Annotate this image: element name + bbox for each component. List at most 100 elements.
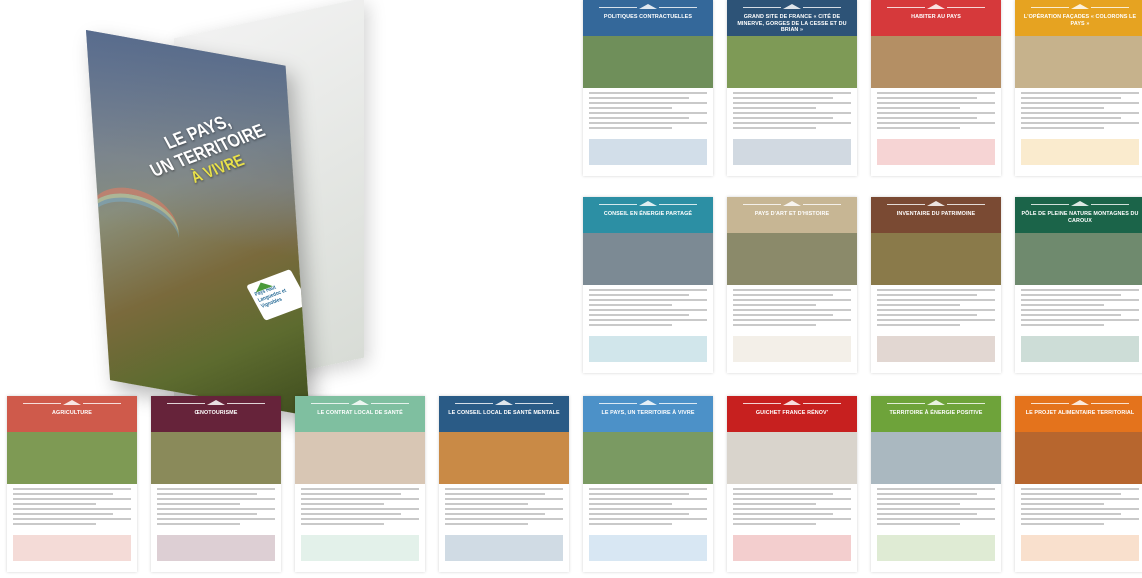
- panel-grand-site-de-france: GRAND SITE DE FRANCE « CITÉ DE MINERVE, …: [727, 0, 857, 176]
- panel-header: GRAND SITE DE FRANCE « CITÉ DE MINERVE, …: [727, 0, 857, 36]
- mountain-icon: [783, 4, 801, 9]
- panel-text-block: [439, 484, 569, 532]
- panel-guichet-france-renov: GUICHET FRANCE RÉNOV': [727, 396, 857, 572]
- panel-header: TERRITOIRE À ÉNERGIE POSITIVE: [871, 396, 1001, 432]
- panel-text-block: [583, 484, 713, 532]
- mountain-icon: [495, 400, 513, 405]
- panel-text-block: [1015, 88, 1142, 136]
- panel-text-block: [583, 88, 713, 136]
- panel-text-block: [1015, 285, 1142, 333]
- panel-info-box: [877, 139, 995, 165]
- panel-photo: [871, 36, 1001, 88]
- panel-text-block: [295, 484, 425, 532]
- panel-photo: [151, 432, 281, 484]
- panel-header: L'OPÉRATION FAÇADES « COLORONS LE PAYS »: [1015, 0, 1142, 36]
- panel-text-block: [727, 484, 857, 532]
- panel-photo: [727, 36, 857, 88]
- panel-pays-art-histoire: PAYS D'ART ET D'HISTOIRE: [727, 197, 857, 373]
- mountain-icon: [1071, 4, 1089, 9]
- panel-header: PÔLE DE PLEINE NATURE MONTAGNES DU CAROU…: [1015, 197, 1142, 233]
- panel-title: HABITER AU PAYS: [911, 14, 961, 20]
- mountain-icon: [351, 400, 369, 405]
- panel-info-box: [733, 535, 851, 561]
- panel-text-block: [727, 88, 857, 136]
- mountain-icon: [639, 4, 657, 9]
- panel-title: CONSEIL EN ÉNERGIE PARTAGÉ: [603, 211, 693, 217]
- panel-title: LE CONSEIL LOCAL DE SANTÉ MENTALE: [448, 410, 560, 416]
- panel-text-block: [727, 285, 857, 333]
- panel-info-box: [1021, 336, 1139, 362]
- panel-info-box: [1021, 139, 1139, 165]
- mountain-icon: [639, 201, 657, 206]
- panel-title: AGRICULTURE: [52, 410, 92, 416]
- panel-text-block: [151, 484, 281, 532]
- brochure-cover: LE PAYS, UN TERRITOIRE À VIVRE Pays Haut…: [86, 30, 310, 416]
- panel-header: LE CONTRAT LOCAL DE SANTÉ: [295, 396, 425, 432]
- panel-text-block: [871, 484, 1001, 532]
- mountain-icon: [927, 4, 945, 9]
- panel-photo: [871, 432, 1001, 484]
- panel-politiques-contractuelles: POLITIQUES CONTRACTUELLES: [583, 0, 713, 176]
- panel-info-box: [589, 535, 707, 561]
- panel-header: LE PAYS, UN TERRITOIRE À VIVRE: [583, 396, 713, 432]
- mountain-icon: [1071, 201, 1089, 206]
- panel-title: PÔLE DE PLEINE NATURE MONTAGNES DU CAROU…: [1021, 211, 1139, 224]
- panel-conseil-sante-mentale: LE CONSEIL LOCAL DE SANTÉ MENTALE: [439, 396, 569, 572]
- panel-title: POLITIQUES CONTRACTUELLES: [603, 14, 693, 20]
- panel-text-block: [7, 484, 137, 532]
- panel-text-block: [871, 88, 1001, 136]
- panel-territoire-a-vivre: LE PAYS, UN TERRITOIRE À VIVRE: [583, 396, 713, 572]
- panel-info-box: [1021, 535, 1139, 561]
- panel-photo: [1015, 36, 1142, 88]
- panel-photo: [871, 233, 1001, 285]
- panel-header: GUICHET FRANCE RÉNOV': [727, 396, 857, 432]
- panel-conseil-energie-partage: CONSEIL EN ÉNERGIE PARTAGÉ: [583, 197, 713, 373]
- panel-info-box: [877, 535, 995, 561]
- panel-title: L'OPÉRATION FAÇADES « COLORONS LE PAYS »: [1023, 14, 1137, 27]
- panel-photo: [727, 432, 857, 484]
- panel-header: HABITER AU PAYS: [871, 0, 1001, 36]
- panel-info-box: [445, 535, 563, 561]
- panel-header: CONSEIL EN ÉNERGIE PARTAGÉ: [583, 197, 713, 233]
- panel-title: GRAND SITE DE FRANCE « CITÉ DE MINERVE, …: [737, 14, 847, 33]
- panel-title: GUICHET FRANCE RÉNOV': [755, 410, 829, 416]
- mountain-icon: [207, 400, 225, 405]
- mountain-icon: [783, 400, 801, 405]
- panel-title: INVENTAIRE DU PATRIMOINE: [896, 211, 976, 217]
- panel-header: LE CONSEIL LOCAL DE SANTÉ MENTALE: [439, 396, 569, 432]
- panel-habiter-au-pays: HABITER AU PAYS: [871, 0, 1001, 176]
- brochure-title: LE PAYS, UN TERRITOIRE À VIVRE: [129, 99, 286, 203]
- panel-title: ŒNOTOURISME: [194, 410, 238, 416]
- panel-photo: [1015, 432, 1142, 484]
- panel-projet-alimentaire: LE PROJET ALIMENTAIRE TERRITORIAL: [1015, 396, 1142, 572]
- panel-photo: [583, 432, 713, 484]
- panel-contrat-local-sante: LE CONTRAT LOCAL DE SANTÉ: [295, 396, 425, 572]
- panel-photo: [727, 233, 857, 285]
- panel-header: AGRICULTURE: [7, 396, 137, 432]
- panel-territoire-energie-positive: TERRITOIRE À ÉNERGIE POSITIVE: [871, 396, 1001, 572]
- panel-text-block: [583, 285, 713, 333]
- panel-header: LE PROJET ALIMENTAIRE TERRITORIAL: [1015, 396, 1142, 432]
- panel-photo: [583, 233, 713, 285]
- panel-operation-facades: L'OPÉRATION FAÇADES « COLORONS LE PAYS »: [1015, 0, 1142, 176]
- panel-photo: [1015, 233, 1142, 285]
- panel-header: ŒNOTOURISME: [151, 396, 281, 432]
- panel-header: POLITIQUES CONTRACTUELLES: [583, 0, 713, 36]
- panel-info-box: [589, 139, 707, 165]
- mountain-icon: [927, 400, 945, 405]
- panel-header: INVENTAIRE DU PATRIMOINE: [871, 197, 1001, 233]
- panel-info-box: [13, 535, 131, 561]
- panel-title: LE PAYS, UN TERRITOIRE À VIVRE: [601, 410, 695, 416]
- panel-info-box: [733, 139, 851, 165]
- panel-info-box: [733, 336, 851, 362]
- pays-logo: Pays Haut Languedoc et Vignobles: [246, 269, 310, 321]
- panel-inventaire-patrimoine: INVENTAIRE DU PATRIMOINE: [871, 197, 1001, 373]
- panel-info-box: [877, 336, 995, 362]
- panel-photo: [295, 432, 425, 484]
- panel-agriculture: AGRICULTURE: [7, 396, 137, 572]
- panel-text-block: [871, 285, 1001, 333]
- panel-info-box: [589, 336, 707, 362]
- panel-title: TERRITOIRE À ÉNERGIE POSITIVE: [889, 410, 983, 416]
- panel-photo: [439, 432, 569, 484]
- panel-info-box: [301, 535, 419, 561]
